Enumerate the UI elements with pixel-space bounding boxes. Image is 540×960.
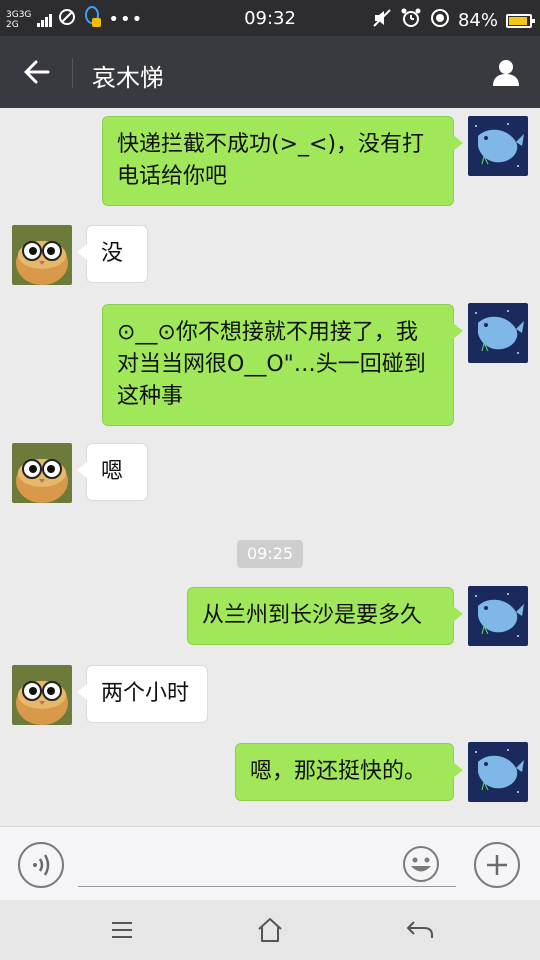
plus-icon: [487, 855, 507, 875]
message-timestamp: 09:25: [237, 540, 303, 568]
mute-icon: [372, 8, 392, 33]
profile-button[interactable]: [484, 50, 528, 94]
message-bubble[interactable]: 没: [77, 225, 148, 283]
input-bar: [0, 826, 540, 900]
my-avatar[interactable]: [468, 303, 528, 363]
alarm-icon: [400, 7, 422, 34]
my-avatar[interactable]: [468, 586, 528, 646]
return-icon: [407, 921, 433, 938]
system-nav-bar: [0, 900, 540, 960]
contact-avatar[interactable]: [12, 443, 72, 503]
my-avatar[interactable]: [468, 742, 528, 802]
emoji-icon: [403, 846, 439, 882]
location-icon: [430, 8, 450, 33]
more-options-button[interactable]: [474, 842, 520, 888]
voice-icon: [33, 854, 50, 876]
message-bubble[interactable]: ⊙__⊙你不想接就不用接了，我对当当网很O__O"…头一回碰到这种事: [102, 304, 463, 426]
back-button[interactable]: [14, 54, 58, 90]
person-icon: [493, 60, 519, 86]
message-bubble[interactable]: 两个小时: [77, 665, 208, 723]
contact-avatar[interactable]: [12, 225, 72, 285]
home-icon: [258, 918, 282, 942]
back-arrow-icon: [24, 60, 50, 84]
message-bubble[interactable]: 嗯: [77, 443, 148, 501]
home-button[interactable]: [252, 912, 288, 948]
voice-input-button[interactable]: [18, 842, 64, 888]
menu-icon: [112, 922, 132, 938]
battery-percent: 84%: [457, 10, 498, 31]
menu-button[interactable]: [104, 912, 140, 948]
chat-title: 哀木悌: [92, 64, 164, 92]
battery-icon: [506, 13, 535, 28]
status-bar: 3G3G 2G ••• 09:32 84%: [0, 0, 540, 36]
message-bubble[interactable]: 从兰州到长沙是要多久: [187, 587, 463, 645]
contact-avatar[interactable]: [12, 665, 72, 725]
title-divider: [72, 58, 73, 88]
title-bar: 哀木悌: [0, 36, 540, 108]
message-input[interactable]: [78, 847, 456, 887]
my-avatar[interactable]: [468, 116, 528, 176]
message-bubble[interactable]: 嗯，那还挺快的。: [235, 743, 463, 801]
emoji-button[interactable]: [402, 845, 440, 883]
message-bubble[interactable]: 快递拦截不成功(>_<)，没有打电话给你吧: [102, 116, 463, 206]
back-nav-button[interactable]: [402, 912, 438, 948]
